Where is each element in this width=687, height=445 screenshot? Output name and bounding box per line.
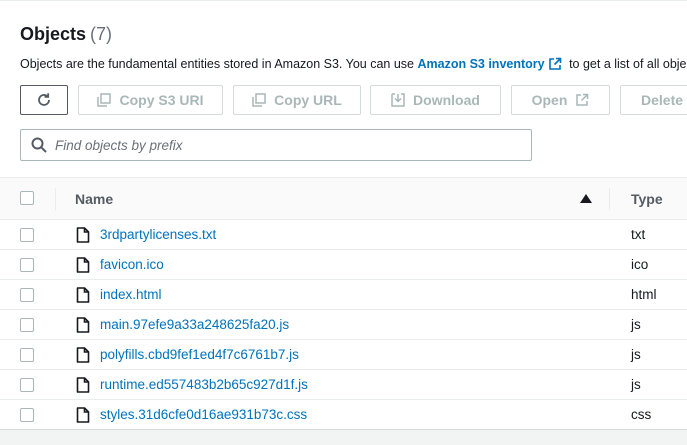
copy-url-button[interactable]: Copy URL xyxy=(233,85,361,115)
objects-header: Objects (7) xyxy=(20,24,112,45)
row-checkbox[interactable] xyxy=(20,318,34,332)
table-row[interactable]: runtime.ed557483b2b65c927d1f.js js xyxy=(0,370,687,400)
row-checkbox[interactable] xyxy=(20,348,34,362)
toolbar: Copy S3 URI Copy URL Download Open Delet… xyxy=(0,85,687,115)
s3-inventory-link[interactable]: Amazon S3 inventory xyxy=(417,57,544,71)
object-count: (7) xyxy=(90,24,113,44)
object-name-link[interactable]: 3rdpartylicenses.txt xyxy=(100,227,216,242)
open-label: Open xyxy=(531,92,568,108)
copy-s3-uri-label: Copy S3 URI xyxy=(119,92,204,108)
description: Objects are the fundamental entities sto… xyxy=(20,57,687,74)
search-field[interactable] xyxy=(20,129,532,161)
file-icon xyxy=(76,287,90,303)
delete-button[interactable]: Delete xyxy=(620,85,687,115)
search-icon xyxy=(31,137,47,153)
row-checkbox[interactable] xyxy=(20,378,34,392)
file-icon xyxy=(76,377,90,393)
download-icon xyxy=(391,93,405,107)
file-icon xyxy=(76,407,90,423)
sort-ascending-icon[interactable] xyxy=(580,194,592,204)
delete-label: Delete xyxy=(641,92,684,108)
file-icon xyxy=(76,227,90,243)
object-name-link[interactable]: polyfills.cbd9fef1ed4f7c6761b7.js xyxy=(100,347,299,362)
object-name-link[interactable]: runtime.ed557483b2b65c927d1f.js xyxy=(100,377,308,392)
row-checkbox[interactable] xyxy=(20,228,34,242)
object-type: js xyxy=(631,377,641,392)
table-row[interactable]: index.html html xyxy=(0,280,687,310)
objects-table: Name Type 3rdpartylicenses.txt txt favicon… xyxy=(0,177,687,430)
column-header-name[interactable]: Name xyxy=(75,191,113,207)
external-link-icon[interactable] xyxy=(548,57,562,74)
refresh-icon xyxy=(38,93,50,106)
copy-s3-uri-button[interactable]: Copy S3 URI xyxy=(78,85,223,115)
download-button[interactable]: Download xyxy=(370,85,501,115)
copy-url-label: Copy URL xyxy=(274,92,342,108)
object-type: css xyxy=(631,407,652,422)
table-row[interactable]: main.97efe9a33a248625fa20.js js xyxy=(0,310,687,340)
column-divider[interactable] xyxy=(609,188,610,210)
file-icon xyxy=(76,317,90,333)
table-row[interactable]: polyfills.cbd9fef1ed4f7c6761b7.js js xyxy=(0,340,687,370)
table-header: Name Type xyxy=(0,177,687,220)
bottom-bar xyxy=(0,429,687,445)
table-body: 3rdpartylicenses.txt txt favicon.ico ico ind… xyxy=(0,220,687,430)
object-type: html xyxy=(631,287,657,302)
external-link-icon xyxy=(576,93,589,106)
copy-icon xyxy=(97,93,112,107)
column-header-type[interactable]: Type xyxy=(631,191,663,207)
table-row[interactable]: styles.31d6cfe0d16ae931b73c.css css xyxy=(0,400,687,430)
object-name-link[interactable]: main.97efe9a33a248625fa20.js xyxy=(100,317,289,332)
object-name-link[interactable]: styles.31d6cfe0d16ae931b73c.css xyxy=(100,407,307,422)
column-divider[interactable] xyxy=(55,188,56,210)
page-title: Objects xyxy=(20,24,87,44)
file-icon xyxy=(76,347,90,363)
object-type: js xyxy=(631,317,641,332)
row-checkbox[interactable] xyxy=(20,258,34,272)
object-name-link[interactable]: index.html xyxy=(100,287,162,302)
copy-icon xyxy=(252,93,266,107)
object-type: js xyxy=(631,347,641,362)
search-input[interactable] xyxy=(55,137,495,153)
object-type: ico xyxy=(631,257,649,272)
description-text: Objects are the fundamental entities sto… xyxy=(20,57,418,71)
top-divider xyxy=(0,0,687,1)
table-row[interactable]: 3rdpartylicenses.txt txt xyxy=(0,220,687,250)
open-button[interactable]: Open xyxy=(511,85,610,115)
table-row[interactable]: favicon.ico ico xyxy=(0,250,687,280)
select-all-checkbox[interactable] xyxy=(20,191,34,205)
description-text-end: to get a list of all objects xyxy=(569,57,687,71)
file-icon xyxy=(76,257,90,273)
row-checkbox[interactable] xyxy=(20,288,34,302)
download-label: Download xyxy=(413,92,480,108)
refresh-button[interactable] xyxy=(20,85,68,115)
object-type: txt xyxy=(631,227,646,242)
row-checkbox[interactable] xyxy=(20,408,34,422)
object-name-link[interactable]: favicon.ico xyxy=(100,257,164,272)
